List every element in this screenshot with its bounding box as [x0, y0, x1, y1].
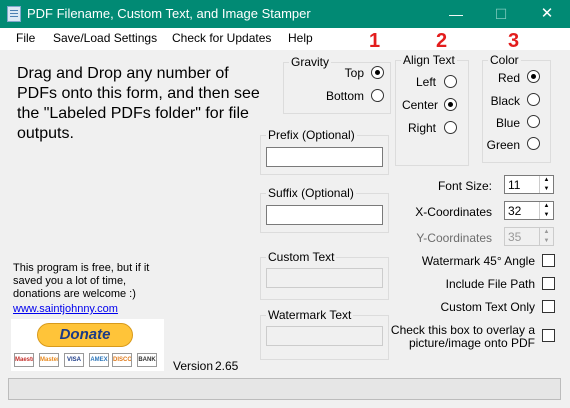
mastercard-card-icon: MasterCard — [39, 353, 59, 367]
amex-card-icon: AMEX — [89, 353, 109, 367]
maximize-button[interactable]: ☐ — [478, 0, 524, 28]
watermark-text-input[interactable] — [266, 326, 383, 346]
donate-panel: Donate Maestro MasterCard VISA AMEX DISC… — [11, 319, 164, 371]
x-coordinates-spinner[interactable]: 32 ▲ ▼ — [504, 201, 554, 220]
visa-card-icon: VISA — [64, 353, 84, 367]
gravity-group-label: Gravity — [289, 55, 332, 69]
x-coordinates-value: 32 — [508, 204, 522, 218]
website-link[interactable]: www.saintjohnny.com — [13, 303, 118, 315]
color-group-label: Color — [488, 53, 521, 67]
font-size-value: 11 — [508, 178, 521, 192]
step-number-1: 1 — [369, 30, 381, 52]
bank-card-icon: BANK — [137, 353, 157, 367]
color-red-label: Red — [497, 71, 520, 85]
align-text-group-label: Align Text — [401, 53, 457, 67]
menu-file[interactable]: File — [16, 31, 35, 45]
font-size-label: Font Size: — [437, 179, 492, 193]
custom-text-input[interactable] — [266, 268, 383, 288]
menu-bar: File Save/Load Settings Check for Update… — [0, 28, 570, 50]
free-program-note: This program is free, but if it saved yo… — [13, 262, 150, 300]
spin-down-icon[interactable]: ▼ — [540, 185, 553, 193]
drag-drop-instructions: Drag and Drop any number of PDFs onto th… — [17, 65, 260, 142]
y-coordinates-value: 35 — [508, 230, 522, 244]
title-bar: PDF Filename, Custom Text, and Image Sta… — [0, 0, 570, 28]
custom-text-label: Custom Text — [266, 250, 337, 264]
menu-save-load-settings[interactable]: Save/Load Settings — [53, 31, 157, 45]
color-red-radio[interactable] — [527, 70, 540, 83]
color-black-label: Black — [490, 94, 520, 108]
window-title: PDF Filename, Custom Text, and Image Sta… — [27, 6, 311, 21]
include-file-path-checkbox[interactable] — [542, 277, 555, 290]
watermark-text-label: Watermark Text — [266, 308, 354, 322]
align-right-label: Right — [407, 121, 436, 135]
y-coordinates-spin-buttons: ▲ ▼ — [539, 228, 553, 245]
spin-up-icon[interactable]: ▲ — [540, 228, 553, 236]
step-number-2: 2 — [436, 30, 448, 52]
gravity-top-radio[interactable] — [371, 66, 384, 79]
watermark-angle-checkbox[interactable] — [542, 254, 555, 267]
align-left-radio[interactable] — [444, 75, 457, 88]
color-blue-label: Blue — [495, 116, 520, 130]
include-file-path-label: Include File Path — [445, 277, 535, 291]
suffix-input[interactable] — [266, 205, 383, 225]
gravity-bottom-label: Bottom — [325, 89, 364, 103]
discover-card-icon: DISCOVER — [112, 353, 132, 367]
gravity-bottom-radio[interactable] — [371, 89, 384, 102]
font-size-spinner[interactable]: 11 ▲ ▼ — [504, 175, 554, 194]
menu-check-for-updates[interactable]: Check for Updates — [172, 31, 271, 45]
status-bar — [8, 378, 561, 400]
watermark-angle-label: Watermark 45° Angle — [421, 254, 535, 268]
font-size-spin-buttons: ▲ ▼ — [539, 176, 553, 193]
align-center-radio[interactable] — [444, 98, 457, 111]
menu-help[interactable]: Help — [288, 31, 313, 45]
step-number-3: 3 — [508, 30, 520, 52]
prefix-input[interactable] — [266, 147, 383, 167]
x-coordinates-spin-buttons: ▲ ▼ — [539, 202, 553, 219]
gravity-top-label: Top — [344, 66, 364, 80]
color-green-radio[interactable] — [527, 137, 540, 150]
y-coordinates-label: Y-Coordinates — [416, 231, 492, 245]
x-coordinates-label: X-Coordinates — [415, 205, 492, 219]
color-blue-radio[interactable] — [527, 115, 540, 128]
minimize-button[interactable]: — — [433, 0, 479, 28]
align-center-label: Center — [401, 98, 438, 112]
prefix-label: Prefix (Optional) — [266, 128, 357, 142]
version-label: Version — [173, 359, 214, 373]
align-right-radio[interactable] — [444, 121, 457, 134]
maestro-card-icon: Maestro — [14, 353, 34, 367]
color-black-radio[interactable] — [527, 93, 540, 106]
spin-down-icon[interactable]: ▼ — [540, 211, 553, 219]
spin-up-icon[interactable]: ▲ — [540, 202, 553, 210]
custom-text-only-label: Custom Text Only — [440, 300, 535, 314]
y-coordinates-spinner[interactable]: 35 ▲ ▼ — [504, 227, 554, 246]
custom-text-only-checkbox[interactable] — [542, 300, 555, 313]
overlay-image-checkbox[interactable] — [542, 329, 555, 342]
color-green-label: Green — [486, 138, 520, 152]
spin-down-icon[interactable]: ▼ — [540, 237, 553, 245]
version-value: 2.65 — [215, 359, 239, 373]
app-icon — [7, 6, 21, 22]
spin-up-icon[interactable]: ▲ — [540, 176, 553, 184]
align-left-label: Left — [415, 75, 436, 89]
close-button[interactable]: ✕ — [524, 0, 570, 28]
suffix-label: Suffix (Optional) — [266, 186, 356, 200]
overlay-image-label-line2: picture/image onto PDF — [408, 336, 535, 350]
donate-button[interactable]: Donate — [37, 323, 133, 347]
overlay-image-label-line1: Check this box to overlay a — [390, 323, 535, 337]
